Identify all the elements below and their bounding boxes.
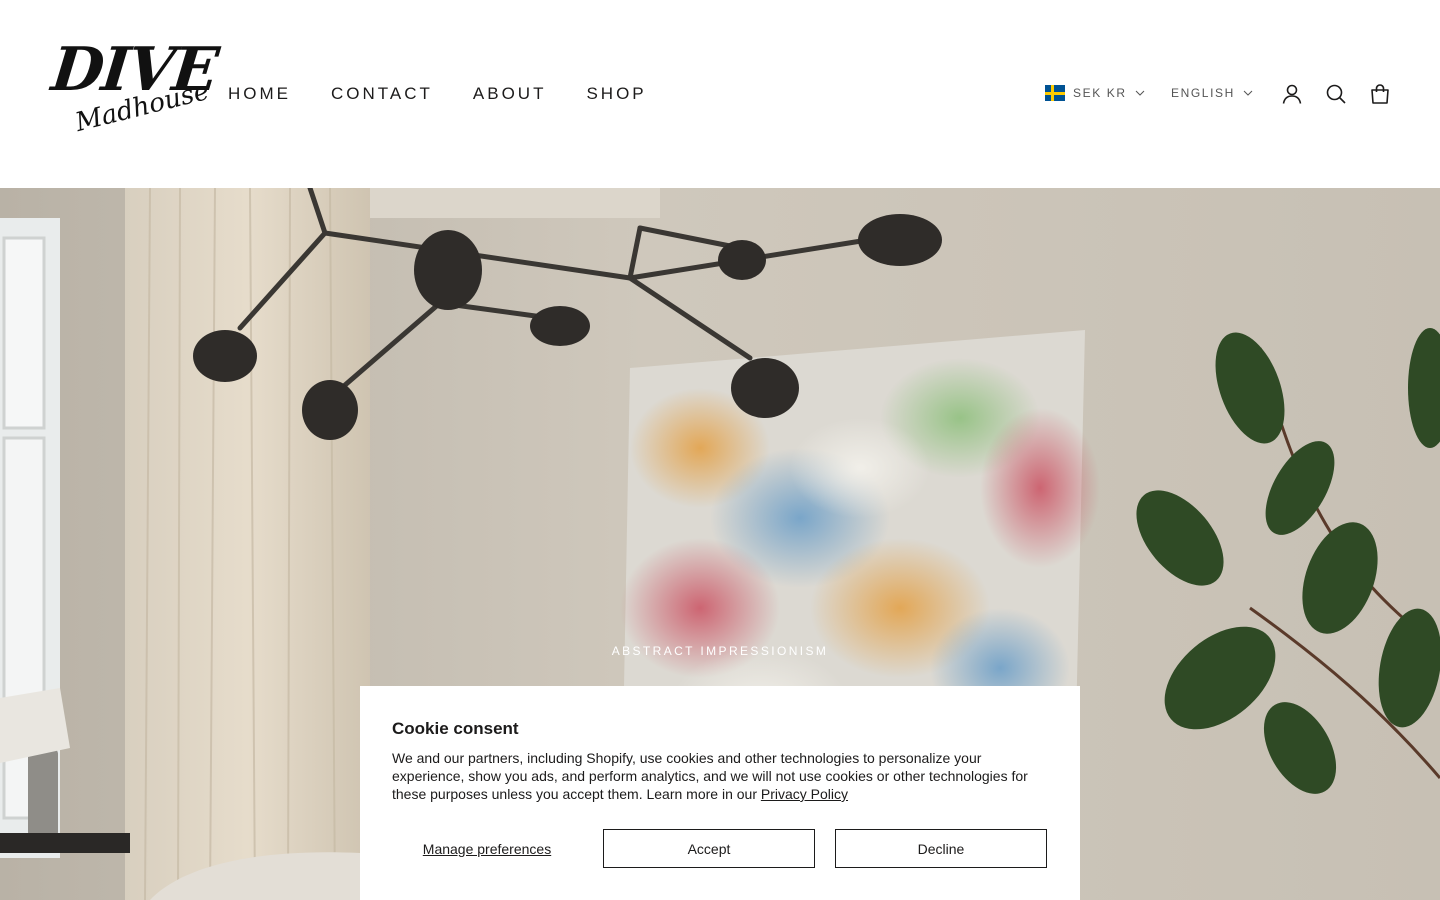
language-selector[interactable]: ENGLISH — [1171, 84, 1253, 102]
manage-preferences-button[interactable]: Manage preferences — [392, 829, 582, 868]
cookie-description: We and our partners, including Shopify, … — [392, 749, 1048, 803]
cart-icon[interactable] — [1368, 82, 1392, 106]
currency-selector[interactable]: SEK KR — [1045, 84, 1145, 102]
chevron-down-icon — [1243, 90, 1253, 96]
chevron-down-icon — [1135, 90, 1144, 96]
cookie-title: Cookie consent — [392, 719, 519, 738]
accept-button[interactable]: Accept — [603, 829, 815, 868]
site-header: DIVE Madhouse HOME CONTACT ABOUT SHOP SE… — [0, 0, 1440, 188]
brand-logo[interactable]: DIVE Madhouse — [48, 35, 220, 148]
cookie-body: We and our partners, including Shopify, … — [392, 750, 1028, 802]
currency-label: SEK KR — [1073, 86, 1127, 100]
account-icon[interactable] — [1280, 82, 1304, 106]
hero-subtitle: ABSTRACT IMPRESSIONISM — [611, 644, 829, 658]
search-icon[interactable] — [1324, 82, 1348, 106]
language-label: ENGLISH — [1171, 86, 1235, 100]
nav-about[interactable]: ABOUT — [473, 82, 547, 106]
main-nav: HOME CONTACT ABOUT SHOP — [228, 82, 647, 106]
nav-home[interactable]: HOME — [228, 82, 291, 106]
nav-shop[interactable]: SHOP — [586, 82, 646, 106]
cookie-consent-dialog: Cookie consent We and our partners, incl… — [360, 686, 1080, 900]
nav-contact[interactable]: CONTACT — [331, 82, 433, 106]
cookie-actions: Manage preferences Accept Decline — [392, 829, 1048, 868]
decline-button[interactable]: Decline — [835, 829, 1047, 868]
privacy-policy-link[interactable]: Privacy Policy — [761, 786, 848, 802]
sweden-flag-icon — [1045, 85, 1065, 101]
